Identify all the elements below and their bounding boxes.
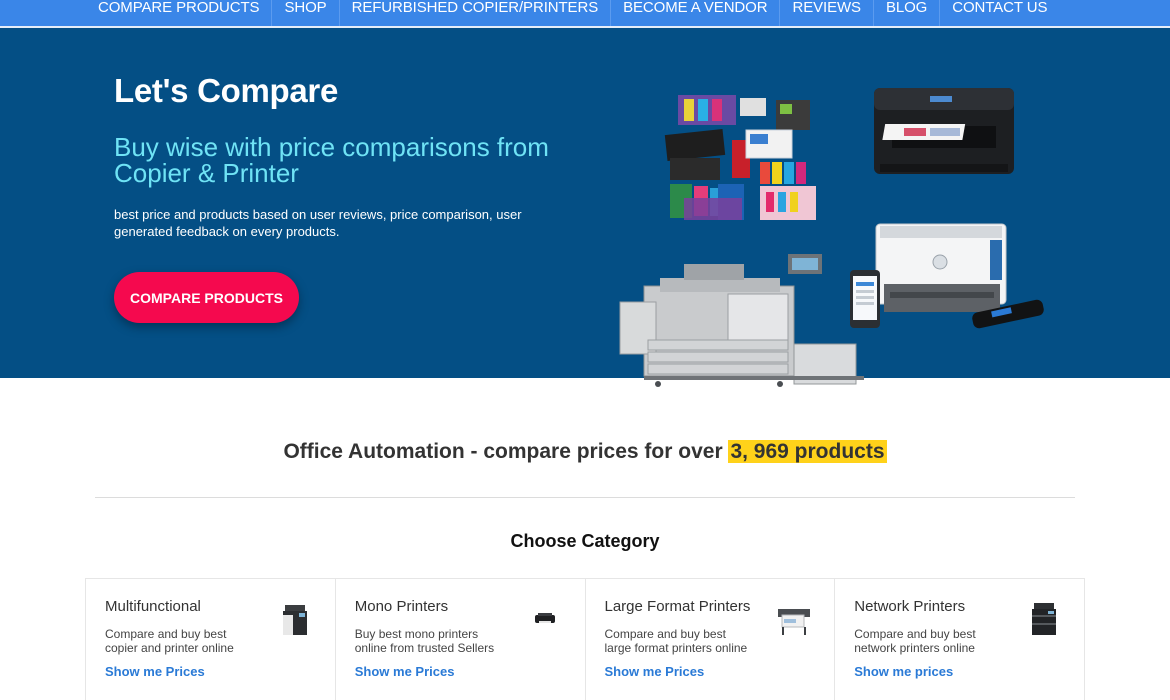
copier-machine-image — [619, 254, 864, 387]
multifunction-copier-icon — [282, 605, 307, 635]
choose-category-title: Choose Category — [510, 531, 660, 551]
top-navigation: COMPARE PRODUCTS SHOP REFURBISHED COPIER… — [0, 0, 1170, 28]
category-description: Compare and buy best copier and printer … — [105, 627, 234, 655]
nav-item-contact: CONTACT US — [940, 0, 1059, 26]
category-grid: Multifunctional Compare and buy best cop… — [85, 578, 1085, 700]
nav-item-refurbished: REFURBISHED COPIER/PRINTERS — [340, 0, 612, 26]
section-divider — [95, 497, 1075, 498]
nav-item-blog: BLOG — [874, 0, 941, 26]
nav-link-contact[interactable]: CONTACT US — [952, 0, 1047, 16]
printers-collage-image — [619, 88, 1044, 387]
category-description: Compare and buy best network printers on… — [854, 627, 976, 655]
nav-link-compare-products[interactable]: COMPARE PRODUCTS — [98, 0, 260, 16]
product-count-highlight: 3, 969 products — [728, 440, 887, 463]
nav-link-shop[interactable]: SHOP — [284, 0, 326, 16]
category-description: Compare and buy best large format printe… — [604, 627, 748, 655]
show-prices-link[interactable]: Show me Prices — [605, 664, 835, 679]
category-card-mono-printers: Mono Printers Buy best mono printers onl… — [336, 579, 586, 700]
nav-menu: COMPARE PRODUCTS SHOP REFURBISHED COPIER… — [86, 0, 1059, 26]
large-format-printer-icon — [778, 609, 811, 635]
category-card-network-printers: Network Printers Compare and buy best ne… — [835, 579, 1084, 700]
inkjet-printer-image — [874, 88, 1014, 174]
hero-subtitle: Buy wise with price comparisons from Cop… — [114, 132, 549, 188]
nav-item-shop: SHOP — [272, 0, 340, 26]
nav-item-reviews: REVIEWS — [780, 0, 874, 26]
category-card-multifunctional: Multifunctional Compare and buy best cop… — [86, 579, 336, 700]
mono-printer-icon — [534, 613, 555, 623]
nav-link-blog[interactable]: BLOG — [886, 0, 927, 16]
network-printer-icon — [1032, 603, 1056, 635]
ink-cartridges-image — [664, 95, 816, 220]
headline-text: Office Automation - compare prices for o… — [283, 440, 729, 463]
hero-description: best price and products based on user re… — [114, 207, 522, 239]
nav-link-become-vendor[interactable]: BECOME A VENDOR — [623, 0, 767, 16]
product-count-headline: Office Automation - compare prices for o… — [0, 440, 1170, 464]
laser-printer-image — [875, 223, 1007, 312]
nav-link-refurbished[interactable]: REFURBISHED COPIER/PRINTERS — [352, 0, 599, 16]
category-description: Buy best mono printers online from trust… — [354, 627, 495, 655]
show-prices-link[interactable]: Show me Prices — [355, 664, 585, 679]
nav-link-reviews[interactable]: REVIEWS — [792, 0, 861, 16]
category-card-large-format: Large Format Printers Compare and buy be… — [586, 579, 836, 700]
show-prices-link[interactable]: Show me prices — [854, 664, 1084, 679]
compare-products-button[interactable]: COMPARE PRODUCTS — [114, 272, 299, 323]
phone-image — [850, 270, 880, 328]
nav-item-compare-products: COMPARE PRODUCTS — [86, 0, 273, 26]
hero-title: Let's Compare — [114, 72, 339, 109]
show-prices-link[interactable]: Show me Prices — [105, 664, 335, 679]
nav-item-become-vendor: BECOME A VENDOR — [611, 0, 781, 26]
